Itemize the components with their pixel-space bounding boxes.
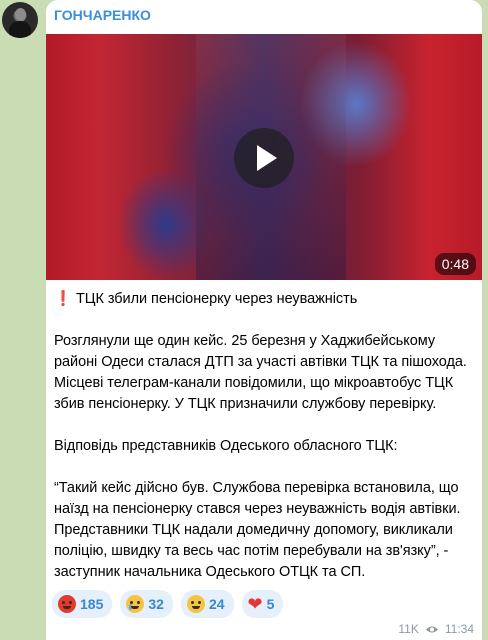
message-text: ❗ ТЦК збили пенсіонерку через неуважніст… (54, 289, 478, 583)
message-headline: ❗ ТЦК збили пенсіонерку через неуважніст… (54, 289, 478, 310)
message-paragraph-3: “Такий кейс дійсно був. Службова перевір… (54, 480, 461, 580)
channel-avatar[interactable] (2, 2, 38, 38)
headline-text: ТЦК збили пенсіонерку через неуважність (76, 291, 358, 307)
reaction-count: 32 (148, 596, 164, 612)
reaction-grin[interactable]: 24 (180, 590, 234, 618)
message-time: 11:34 (444, 622, 474, 636)
crying-face-icon (126, 595, 145, 613)
reaction-heart[interactable]: ❤ 5 (241, 590, 284, 618)
reaction-count: 24 (208, 596, 225, 612)
eye-icon (425, 625, 439, 634)
red-heart-icon: ❤ (247, 594, 263, 614)
avatar-torso (9, 21, 31, 38)
channel-name[interactable]: ГОНЧАРЕНКО (54, 7, 151, 23)
video-duration: 0:48 (434, 253, 476, 275)
reaction-count: 185 (80, 596, 104, 612)
reaction-count: 5 (266, 596, 275, 612)
exclamation-icon: ❗ (54, 291, 73, 307)
play-button[interactable] (234, 128, 294, 188)
message-bubble: ГОНЧАРЕНКО 0:48 ❗ ТЦК збили пенсіонерку … (46, 0, 482, 640)
message-meta: 11K 11:34 (398, 622, 474, 636)
grinning-face-icon (186, 595, 205, 613)
message-paragraph-1: Розглянули ще один кейс. 25 березня у Ха… (54, 333, 467, 412)
avatar-head (15, 8, 26, 21)
reaction-cry[interactable]: 32 (120, 590, 173, 618)
view-count: 11K (398, 622, 419, 636)
reaction-angry[interactable]: 185 (52, 590, 113, 618)
angry-face-icon (58, 595, 76, 613)
message-paragraph-2: Відповідь представників Одеського обласн… (54, 438, 398, 454)
reactions-bar: 185 32 24 ❤ 5 (52, 590, 284, 618)
video-preview[interactable]: 0:48 (46, 34, 482, 280)
